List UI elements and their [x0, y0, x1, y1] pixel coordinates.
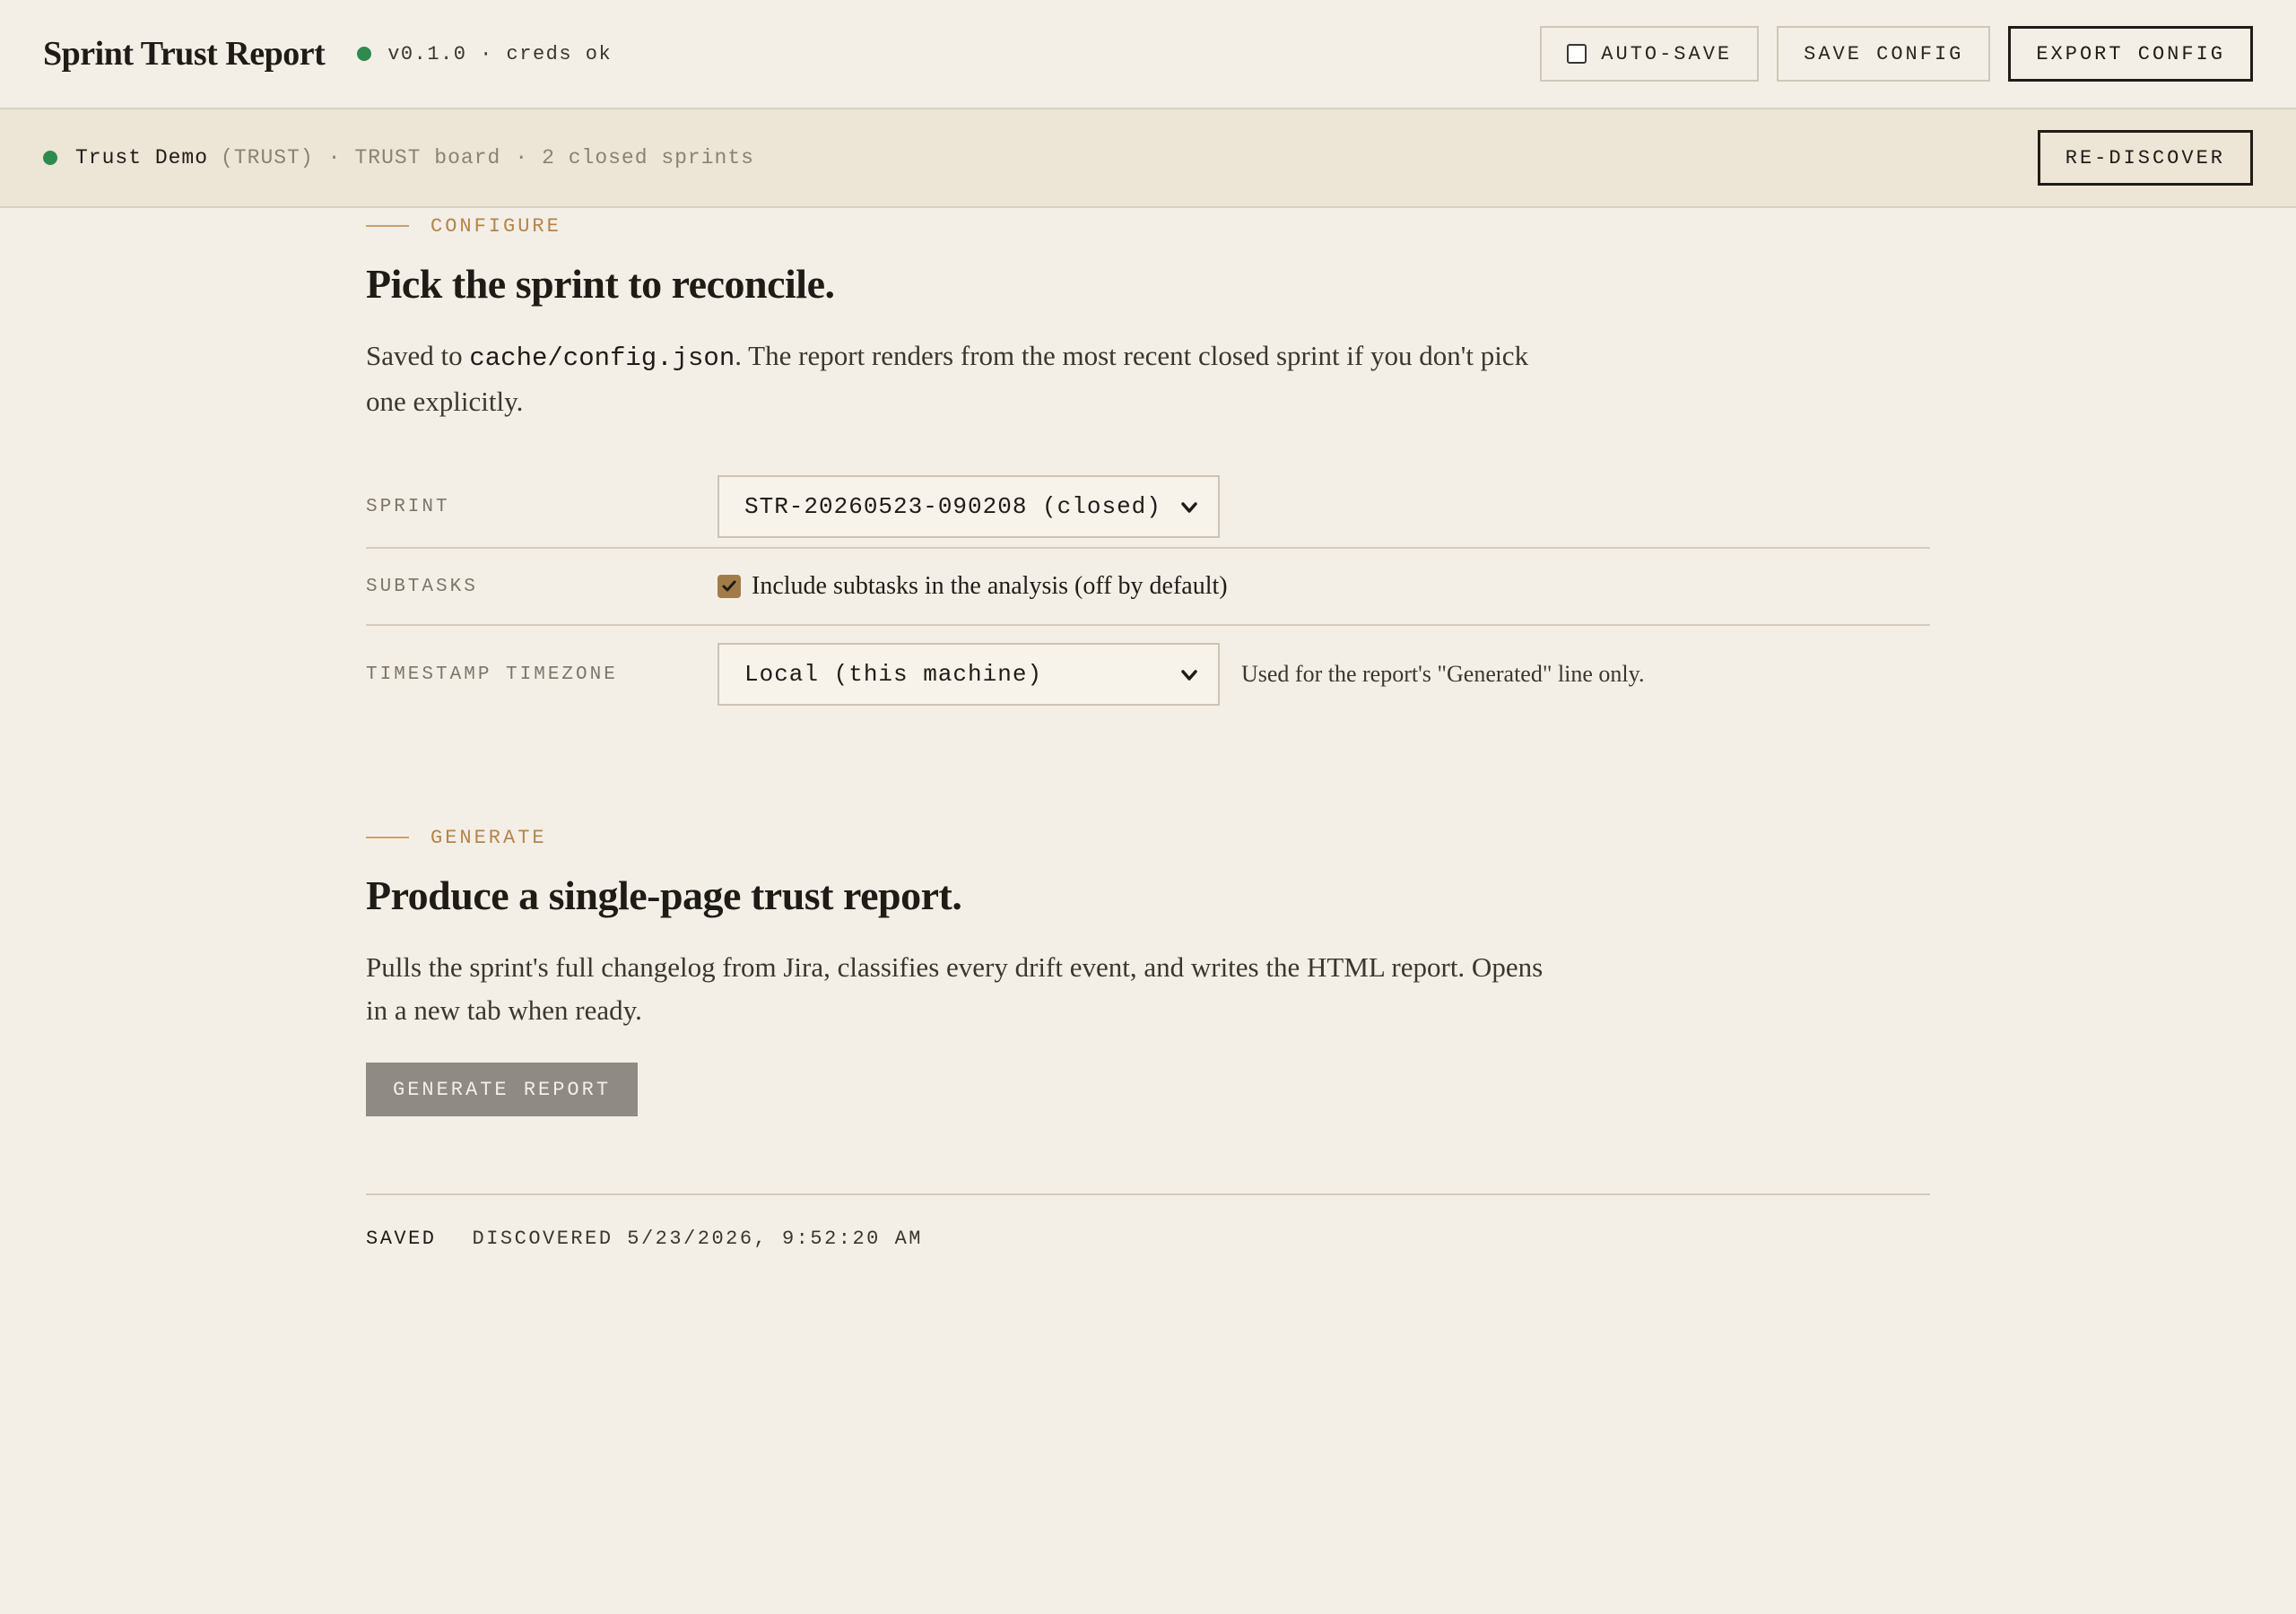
configure-description: Saved to cache/config.json. The report r… [366, 334, 1568, 423]
rediscover-button[interactable]: RE-DISCOVER [2037, 130, 2253, 186]
generate-description: Pulls the sprint's full changelog from J… [366, 951, 1544, 1026]
generate-label-text: GENERATE [430, 826, 547, 849]
configure-section-label: CONFIGURE [366, 208, 1930, 244]
status-footer: SAVED DISCOVERED 5/23/2026, 9:52:20 AM [366, 1193, 1930, 1250]
header-actions: AUTO-SAVE SAVE CONFIG EXPORT CONFIG [1540, 26, 2253, 82]
sprint-select[interactable]: STR-20260523-090208 (closed) [718, 475, 1220, 538]
app-header: Sprint Trust Report v0.1.0 · creds ok AU… [0, 0, 2296, 109]
sprint-row: SPRINT STR-20260523-090208 (closed) [366, 466, 1930, 547]
main-content: CONFIGURE Pick the sprint to reconcile. … [366, 208, 1930, 1250]
subtasks-row: SUBTASKS Include subtasks in the analysi… [366, 547, 1930, 624]
sprint-select-value: STR-20260523-090208 (closed) [744, 493, 1161, 520]
config-path: cache/config.json [469, 343, 735, 373]
timezone-row: TIMESTAMP TIMEZONE Local (this machine) … [366, 624, 1930, 723]
discovered-timestamp: DISCOVERED 5/23/2026, 9:52:20 AM [472, 1228, 923, 1250]
auto-save-toggle[interactable]: AUTO-SAVE [1540, 26, 1760, 82]
board-name: TRUST board [354, 146, 501, 169]
configure-label-text: CONFIGURE [430, 214, 561, 238]
project-bar: Trust Demo (TRUST) · TRUST board · 2 clo… [0, 109, 2296, 208]
project-key: (TRUST) [221, 146, 314, 169]
project-name: Trust Demo [75, 146, 209, 169]
timezone-label: TIMESTAMP TIMEZONE [366, 664, 618, 685]
separator: · [515, 146, 528, 169]
auto-save-label: AUTO-SAVE [1601, 42, 1733, 65]
timezone-hint: Used for the report's "Generated" line o… [1241, 661, 1645, 687]
subtasks-label: SUBTASKS [366, 576, 478, 597]
section-rule [366, 225, 409, 227]
project-status-dot-icon [43, 151, 57, 165]
checkmark-icon [722, 580, 736, 592]
configure-heading: Pick the sprint to reconcile. [366, 261, 835, 307]
chevron-down-icon [1181, 502, 1197, 513]
separator: · [327, 146, 341, 169]
save-config-button[interactable]: SAVE CONFIG [1777, 26, 1991, 82]
config-form: SPRINT STR-20260523-090208 (closed) SUBT… [366, 466, 1930, 723]
desc-prefix: Saved to [366, 340, 463, 371]
generate-section-label: GENERATE [366, 820, 1930, 855]
auto-save-checkbox-icon[interactable] [1567, 44, 1587, 64]
generate-report-button[interactable]: GENERATE REPORT [366, 1063, 639, 1116]
version-status: v0.1.0 · creds ok [387, 42, 613, 65]
export-config-button[interactable]: EXPORT CONFIG [2008, 26, 2253, 82]
subtasks-text: Include subtasks in the analysis (off by… [752, 572, 1228, 600]
saved-status: SAVED [366, 1228, 437, 1250]
generate-heading: Produce a single-page trust report. [366, 872, 962, 918]
timezone-select-value: Local (this machine) [744, 661, 1043, 688]
subtasks-checkbox[interactable] [718, 575, 741, 598]
sprint-count: 2 closed sprints [542, 146, 754, 169]
app-title: Sprint Trust Report [43, 35, 326, 73]
section-rule [366, 837, 409, 838]
status-dot-icon [357, 47, 372, 61]
chevron-down-icon [1181, 670, 1197, 681]
timezone-select[interactable]: Local (this machine) [718, 643, 1220, 706]
sprint-label: SPRINT [366, 496, 450, 517]
